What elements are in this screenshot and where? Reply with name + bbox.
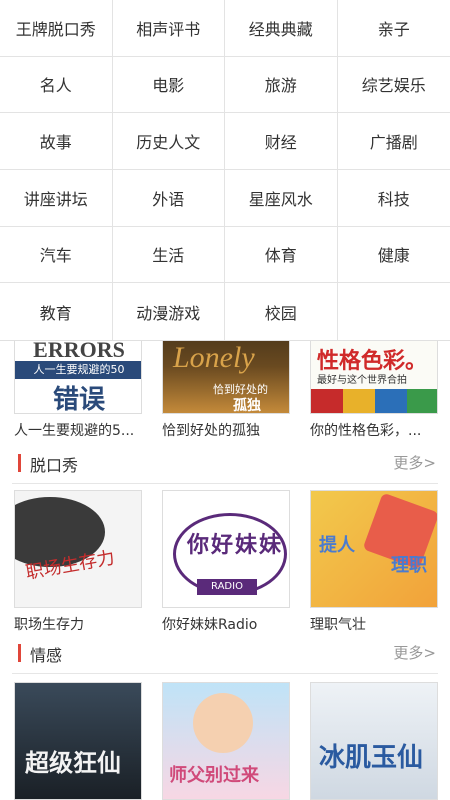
album-card[interactable]: 你好妹妹 RADIO 你好妹妹Radio	[162, 490, 290, 634]
cover-art-text: Lonely	[173, 341, 255, 374]
cover-subtitle-2: 孤独	[233, 398, 261, 414]
album-title: 恰到好处的孤独	[162, 423, 260, 439]
album-cover: 师父别过来	[162, 682, 290, 800]
section-title: 脱口秀	[30, 456, 79, 475]
category-grid: 王牌脱口秀 相声评书 经典典藏 亲子 名人 电影 旅游 综艺娱乐 故事 历史人文…	[0, 0, 450, 341]
album-title: 职场生存力	[14, 617, 84, 633]
category-empty-cell	[337, 283, 450, 340]
category-item[interactable]: 名人	[0, 56, 113, 114]
album-cover: 冰肌玉仙	[310, 682, 438, 800]
cover-art-text: 提人	[319, 535, 355, 556]
cover-big-text: 错误	[52, 385, 105, 414]
cover-art-text: 你好妹妹	[187, 533, 284, 558]
category-item[interactable]: 电影	[112, 56, 225, 114]
category-item[interactable]: 星座风水	[225, 170, 338, 227]
album-cover: 职场生存力	[14, 490, 142, 608]
category-item[interactable]: 故事	[0, 113, 113, 170]
section-accent-bar	[18, 454, 21, 472]
category-item[interactable]: 广播剧	[337, 113, 450, 170]
section-title: 情感	[30, 646, 63, 665]
album-title: 你的性格色彩，...	[310, 423, 422, 439]
category-item[interactable]: 综艺娱乐	[337, 57, 450, 114]
category-item[interactable]: 汽车	[0, 226, 113, 284]
category-item[interactable]: 旅游	[225, 56, 338, 114]
category-item[interactable]: 健康	[337, 227, 450, 284]
album-cover: 你好妹妹 RADIO	[162, 490, 290, 608]
category-item[interactable]: 动漫游戏	[113, 283, 225, 340]
category-item[interactable]: 校园	[225, 283, 338, 340]
cover-art-text: 师父别过来	[169, 765, 259, 786]
album-cover: 提人 理职	[310, 490, 438, 608]
divider	[12, 673, 438, 674]
category-item[interactable]: 生活	[112, 226, 225, 284]
more-link[interactable]: 更多>	[393, 642, 436, 663]
cover-badge: RADIO	[197, 579, 257, 595]
category-item[interactable]: 历史人文	[112, 113, 225, 170]
album-title: 你好妹妹Radio	[162, 617, 258, 633]
cover-art-text-2: 理职	[391, 555, 427, 576]
album-card[interactable]: 冰肌玉仙	[310, 682, 438, 800]
album-cover: 超级狂仙	[14, 682, 142, 800]
section-header-talkshow: 脱口秀 更多>	[0, 444, 450, 484]
cover-art-text: 超级狂仙	[25, 748, 121, 777]
category-item[interactable]: 讲座讲坛	[0, 170, 113, 227]
cover-color-bar	[311, 389, 437, 413]
category-item[interactable]: 经典典藏	[225, 0, 338, 57]
cover-art-text: 冰肌玉仙	[319, 743, 424, 773]
category-item[interactable]: 教育	[0, 283, 113, 340]
more-link[interactable]: 更多>	[393, 452, 436, 473]
category-item[interactable]: 亲子	[337, 0, 450, 57]
album-title: 人一生要规避的5...	[14, 423, 135, 439]
album-title: 理职气壮	[310, 617, 366, 633]
section-accent-bar	[18, 644, 21, 662]
album-card[interactable]: 提人 理职 理职气壮	[310, 490, 438, 634]
album-card[interactable]: 师父别过来	[162, 682, 290, 800]
divider	[12, 483, 438, 484]
category-item[interactable]: 王牌脱口秀	[0, 0, 113, 57]
album-card[interactable]: 职场生存力 职场生存力	[14, 490, 142, 634]
cover-band: 人一生要规避的50	[15, 361, 141, 379]
category-item[interactable]: 财经	[225, 113, 338, 170]
category-item[interactable]: 体育	[225, 226, 338, 284]
section-header-emotion: 情感 更多>	[0, 634, 450, 674]
album-card[interactable]: 超级狂仙	[14, 682, 142, 800]
category-item[interactable]: 外语	[112, 170, 225, 227]
category-item[interactable]: 相声评书	[112, 0, 225, 57]
cover-subtitle: 最好与这个世界合拍	[317, 375, 407, 386]
category-item[interactable]: 科技	[337, 170, 450, 227]
cover-face	[193, 693, 253, 753]
